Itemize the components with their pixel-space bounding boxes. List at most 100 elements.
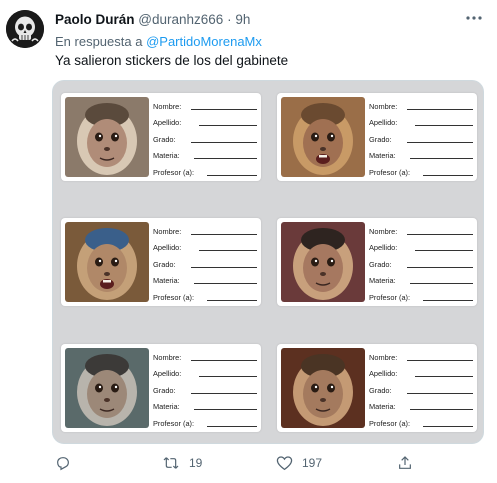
sticker-field-line [199,376,257,377]
sticker-field-label: Materia: [153,276,180,285]
sticker-field-label: Apellido: [369,118,398,127]
sticker-field-label: Nombre: [369,352,398,362]
tweet-media-image[interactable]: Nombre: Apellido: Grado: Materia: Profesor (… [52,80,484,444]
author-handle[interactable]: @duranhz666 [138,12,223,27]
author-avatar[interactable] [6,10,44,48]
sticker-field-label: Nombre: [369,101,398,111]
monkey-photo [281,97,365,177]
sticker-field: Apellido: [153,239,257,256]
retweet-button[interactable]: 19 [162,455,202,471]
sticker-field: Profesor (a): [369,163,473,180]
sticker-field-line [207,299,257,301]
sticker-field-label: Profesor (a): [369,292,411,302]
monkey-photo [65,97,149,177]
sticker-field-label: Grado: [153,385,176,395]
sticker-label: Nombre: Apellido: Grado: Materia: Profesor (… [61,93,261,181]
sticker-field-line [423,174,473,176]
sticker-field-label: Nombre: [153,101,182,111]
sticker-label: Nombre: Apellido: Grado: Materia: Profesor (… [277,218,477,306]
like-icon [276,456,293,471]
reply-button[interactable] [55,455,71,471]
sticker-field-label: Apellido: [369,369,398,378]
sticker-field-label: Profesor (a): [369,418,411,428]
sticker-field-label: Apellido: [153,243,182,252]
share-button[interactable] [397,455,413,471]
more-icon[interactable] [465,8,483,26]
sticker-label: Nombre: Apellido: Grado: Materia: Profesor (… [61,344,261,432]
sticker-field: Materia: [369,147,473,164]
sticker-field-label: Profesor (a): [369,167,411,177]
sticker-field-line [199,125,257,126]
tweet-time[interactable]: 9h [235,12,250,27]
sticker-field-line [191,266,257,268]
sticker-field: Grado: [369,381,473,398]
sticker-field: Profesor (a): [153,288,257,305]
sticker-field: Apellido: [369,365,473,382]
sticker-field: Nombre: [153,97,257,114]
monkey-photo [281,222,365,302]
sticker-field-label: Materia: [369,151,396,160]
sticker-field-label: Materia: [369,276,396,285]
sticker-field-line [415,376,473,377]
sticker-fields: Nombre: Apellido: Grado: Materia: Profesor (… [153,222,257,305]
tweet-text: Ya salieron stickers de los del gabinete [55,53,289,68]
like-count: 197 [302,456,323,470]
sticker-field-line [194,158,257,159]
sticker-field: Grado: [153,130,257,147]
sticker-field: Materia: [153,272,257,289]
author-name[interactable]: Paolo Durán [55,12,135,27]
reply-mention-link[interactable]: @PartidoMorenaMx [146,34,262,49]
sticker-field-line [191,233,257,235]
sticker-field: Materia: [369,272,473,289]
sticker-field-label: Grado: [153,134,176,144]
sticker-field-label: Grado: [153,259,176,269]
sticker-fields: Nombre: Apellido: Grado: Materia: Profesor (… [369,97,473,180]
sticker-field: Nombre: [153,222,257,239]
sticker-field-label: Grado: [369,259,392,269]
sticker-field: Profesor (a): [369,414,473,431]
sticker-field-line [194,283,257,284]
sticker-field: Apellido: [369,114,473,131]
sticker-fields: Nombre: Apellido: Grado: Materia: Profesor (… [369,348,473,431]
sticker-field-line [410,283,473,284]
sticker-field-line [407,392,473,394]
sticker-label: Nombre: Apellido: Grado: Materia: Profesor (… [277,93,477,181]
sticker-field: Apellido: [153,365,257,382]
sticker-field-line [407,359,473,361]
like-button[interactable]: 197 [276,455,322,471]
sticker-fields: Nombre: Apellido: Grado: Materia: Profesor (… [153,348,257,431]
sticker-field-label: Materia: [153,402,180,411]
sticker-field: Nombre: [369,97,473,114]
sticker-field-line [407,141,473,143]
sticker-field-label: Materia: [369,402,396,411]
sticker-field: Nombre: [153,348,257,365]
sticker-fields: Nombre: Apellido: Grado: Materia: Profesor (… [369,222,473,305]
sticker-field-line [207,174,257,176]
sticker-field-line [410,409,473,410]
sticker-field-label: Apellido: [369,243,398,252]
sticker-field: Materia: [369,398,473,415]
share-icon [399,456,411,469]
sticker-field-line [191,359,257,361]
sticker-field-label: Apellido: [153,118,182,127]
monkey-photo [65,222,149,302]
sticker-field-label: Grado: [369,385,392,395]
sticker-field-line [415,125,473,126]
sticker-field-label: Materia: [153,151,180,160]
monkey-photo [65,348,149,428]
reply-context: En respuesta a @PartidoMorenaMx [55,34,262,49]
sticker-label: Nombre: Apellido: Grado: Materia: Profesor (… [277,344,477,432]
reply-prefix: En respuesta a [55,34,143,49]
sticker-field: Grado: [369,255,473,272]
sticker-field-label: Nombre: [153,352,182,362]
sticker-field-label: Grado: [369,134,392,144]
sticker-field-line [407,266,473,268]
retweet-icon [163,457,179,469]
skull-logo-icon [6,10,44,48]
tweet-header: Paolo Durán @duranhz666 · 9h [55,12,250,27]
sticker-field-label: Nombre: [369,226,398,236]
sticker-field-label: Apellido: [153,369,182,378]
sticker-field-line [423,425,473,427]
sticker-field-line [410,158,473,159]
sticker-field-line [199,250,257,251]
